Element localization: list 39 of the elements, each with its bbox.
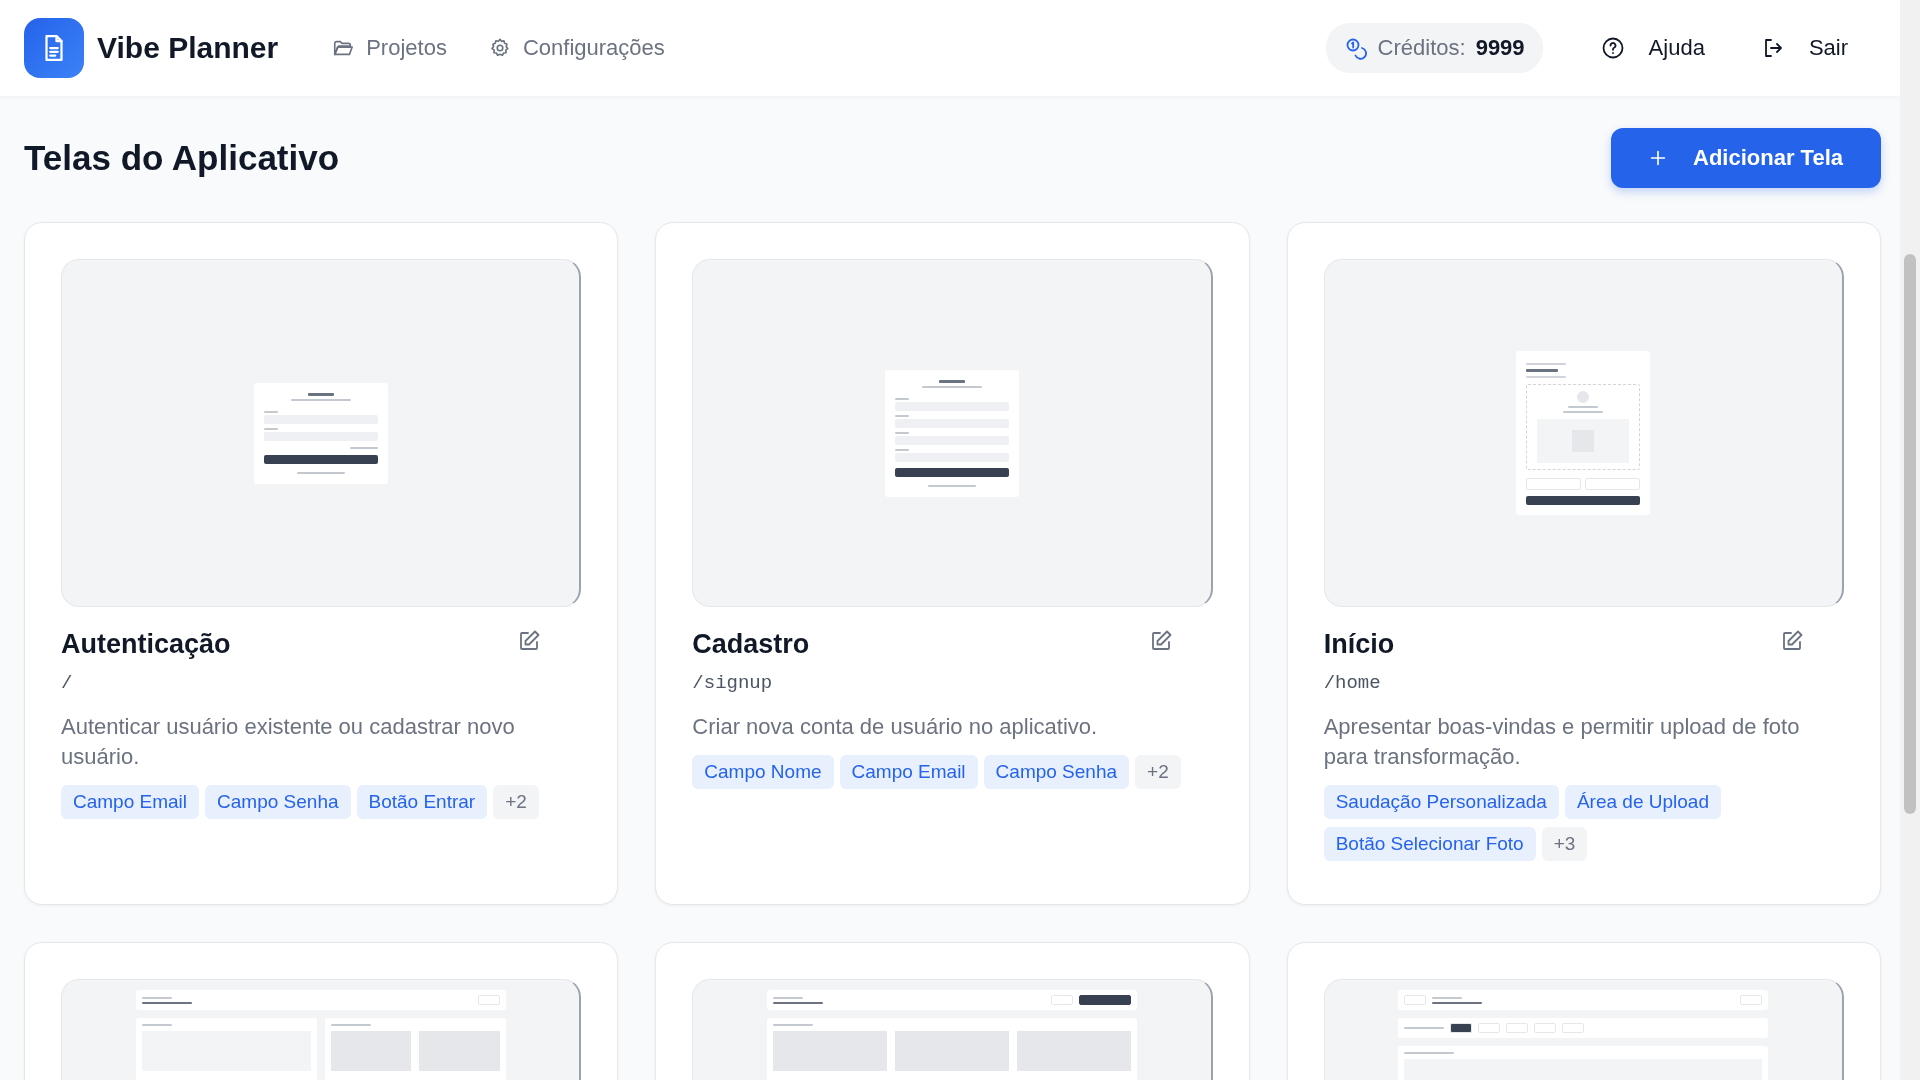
credits-value: 9999	[1475, 35, 1525, 61]
screen-card[interactable]: Início /home Apresentar boas-vindas e permitir upload de foto para transformação. Saudação Personalizada Área de Upload Botão Selecionar Foto +3	[1286, 222, 1881, 905]
scrollbar[interactable]	[1900, 0, 1920, 1080]
screen-name: Início	[1323, 629, 1395, 660]
component-tag: Campo Senha	[983, 755, 1130, 789]
component-tag: Campo Email	[61, 785, 200, 819]
nav-link[interactable]: Configurações	[488, 35, 665, 61]
screen-description: Criar nova conta de usuário no aplicativo.	[692, 713, 1099, 741]
logout-button[interactable]: Sair	[1756, 27, 1852, 69]
screen-name: Cadastro	[692, 629, 810, 660]
more-count: +2	[493, 785, 539, 819]
component-tag: Área de Upload	[1564, 785, 1721, 819]
component-tag: Botão Selecionar Foto	[1323, 827, 1536, 861]
help-icon	[1600, 36, 1625, 60]
app-name: Vibe Planner	[97, 31, 279, 65]
component-tag: Saudação Personalizada	[1323, 785, 1559, 819]
nav-link[interactable]: Projetos	[332, 35, 447, 61]
screen-route: /signup	[692, 672, 774, 694]
screen-route: /home	[1323, 672, 1382, 694]
help-button[interactable]: Ajuda	[1596, 27, 1709, 69]
screen-card[interactable]: Autenticação / Autenticar usuário existente ou cadastrar novo usuário. Campo Email Campo Senha Botão Entrar +2	[24, 222, 619, 905]
screen-route: /	[61, 672, 74, 694]
more-count: +2	[1135, 755, 1181, 789]
component-tag: Campo Nome	[692, 755, 834, 789]
settings-icon	[488, 37, 511, 59]
credits-label: Créditos:	[1377, 35, 1466, 61]
component-tag: Botão Entrar	[356, 785, 488, 819]
screen-description: Apresentar boas-vindas e permitir upload de foto para transformação.	[1323, 713, 1801, 771]
edit-icon	[517, 629, 542, 653]
component-tag: Campo Email	[839, 755, 978, 789]
screen-card[interactable]: Cadastro /signup Criar nova conta de usuário no aplicativo. Campo Nome Campo Email Campo Senha +2	[655, 222, 1250, 905]
more-count: +3	[1541, 827, 1588, 861]
screen-name: Autenticação	[61, 629, 231, 660]
logo-icon	[24, 18, 84, 78]
page-title: Telas do Aplicativo	[24, 138, 340, 178]
add-screen-button[interactable]: Adicionar Tela	[1611, 128, 1881, 188]
edit-icon	[1780, 629, 1804, 653]
component-tag: Campo Senha	[205, 785, 351, 819]
screen-description: Autenticar usuário existente ou cadastrar novo usuário.	[61, 713, 516, 771]
